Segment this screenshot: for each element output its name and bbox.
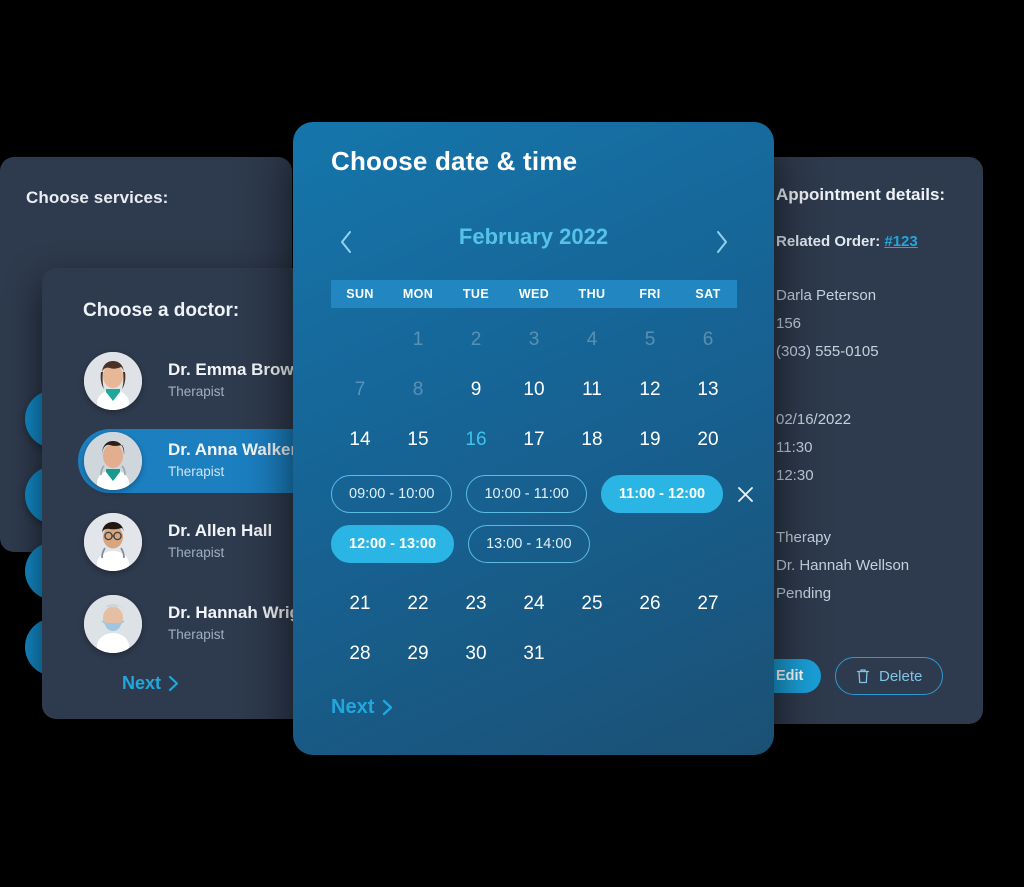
doctor-name: Dr. Emma Brown (168, 360, 305, 379)
datetime-next-label: Next (331, 696, 375, 718)
avatar (84, 432, 142, 490)
appointment-time-start: 11:30 (776, 439, 813, 456)
calendar-day-2[interactable]: 2 (447, 315, 505, 365)
calendar-day-21[interactable]: 21 (331, 579, 389, 629)
patient-phone: (303) 555-0105 (776, 343, 879, 360)
doctor-panel-title: Choose a doctor: (83, 300, 240, 321)
calendar-day-26[interactable]: 26 (621, 579, 679, 629)
calendar-day-29[interactable]: 29 (389, 629, 447, 679)
doctor-name: Dr. Anna Walker (168, 440, 298, 459)
calendar-day-5[interactable]: 5 (621, 315, 679, 365)
calendar-day-28[interactable]: 28 (331, 629, 389, 679)
details-panel-title: Appointment details: (776, 185, 946, 204)
related-order-label: Related Order: (776, 233, 881, 250)
calendar-day-15[interactable]: 15 (389, 415, 447, 465)
chevron-right-icon (716, 231, 727, 253)
calendar-day-27[interactable]: 27 (679, 579, 737, 629)
doctor-role: Therapist (168, 627, 225, 642)
chevron-right-icon (168, 675, 179, 692)
app-screenshot: Choose services: Therapy (0, 0, 1024, 887)
status-badge: Pending (776, 585, 832, 602)
calendar-cell-empty (621, 629, 679, 679)
calendar-day-1[interactable]: 1 (389, 315, 447, 365)
calendar-day-6[interactable]: 6 (679, 315, 737, 365)
doctor-next-button[interactable]: Next (122, 673, 179, 694)
doctor-name: Dr. Allen Hall (168, 521, 273, 540)
calendar-day-16[interactable]: 16 (447, 415, 505, 465)
avatar (84, 352, 142, 410)
calendar-day-8[interactable]: 8 (389, 365, 447, 415)
services-panel-title: Choose services: (26, 188, 169, 207)
time-slot-row: 09:00 - 10:00 10:00 - 11:00 11:00 - 12:00 (331, 475, 754, 513)
avatar (84, 513, 142, 571)
chevron-right-icon (383, 699, 393, 716)
calendar-day-10[interactable]: 10 (505, 365, 563, 415)
appointment-service: Therapy (776, 529, 832, 546)
calendar-day-23[interactable]: 23 (447, 579, 505, 629)
doctor-next-label: Next (122, 673, 162, 693)
datetime-next-button[interactable]: Next (331, 696, 393, 719)
appointment-doctor: Dr. Hannah Wellson (776, 557, 910, 574)
calendar-day-4[interactable]: 4 (563, 315, 621, 365)
calendar-day-30[interactable]: 30 (447, 629, 505, 679)
doctor-role: Therapist (168, 545, 225, 560)
weekday-tue: TUE (462, 287, 490, 301)
weekday-mon: MON (402, 287, 434, 301)
calendar-day-13[interactable]: 13 (679, 365, 737, 415)
time-slots-area: 09:00 - 10:00 10:00 - 11:00 11:00 - 12:00 1… (331, 475, 754, 575)
weekday-fri: FRI (639, 287, 661, 301)
calendar-grid-upper: 1 2 3 4 5 6 7 8 9 10 11 12 13 14 15 16 17 18 19 20 (331, 315, 737, 465)
month-label: February 2022 (458, 224, 609, 249)
month-navigation: February 2022 (331, 222, 736, 262)
calendar-day-31[interactable]: 31 (505, 629, 563, 679)
calendar-day-24[interactable]: 24 (505, 579, 563, 629)
weekday-sun: SUN (346, 287, 374, 301)
related-order-row: Related Order: #123 (776, 233, 918, 250)
calendar-cell-empty (563, 629, 621, 679)
appointment-date: 02/16/2022 (776, 411, 852, 428)
delete-button[interactable]: Delete (835, 657, 944, 695)
time-slot-1100-to-1200[interactable]: 11:00 - 12:00 (600, 475, 724, 513)
calendar-day-18[interactable]: 18 (563, 415, 621, 465)
time-slot-1000-to-1100[interactable]: 10:00 - 11:00 (466, 475, 587, 513)
edit-button-label: Edit (776, 668, 804, 684)
close-icon[interactable] (737, 479, 754, 509)
calendar-cell-empty (679, 629, 737, 679)
calendar-day-9[interactable]: 9 (447, 365, 505, 415)
calendar-day-12[interactable]: 12 (621, 365, 679, 415)
calendar-cell-empty (331, 315, 389, 365)
doctor-role: Therapist (168, 464, 225, 479)
calendar-day-17[interactable]: 17 (505, 415, 563, 465)
calendar-day-25[interactable]: 25 (563, 579, 621, 629)
weekday-thu: THU (578, 287, 606, 301)
patient-name: Darla Peterson (776, 287, 877, 304)
time-slot-1300-to-1400[interactable]: 13:00 - 14:00 (468, 525, 590, 563)
calendar-grid-lower: 21 22 23 24 25 26 27 28 29 30 31 (331, 579, 737, 679)
time-slot-row: 12:00 - 13:00 13:00 - 14:00 (331, 525, 741, 563)
patient-number: 156 (776, 315, 802, 332)
time-slot-0900-to-1000[interactable]: 09:00 - 10:00 (331, 475, 453, 513)
calendar-day-20[interactable]: 20 (679, 415, 737, 465)
avatar (84, 595, 142, 653)
calendar-day-19[interactable]: 19 (621, 415, 679, 465)
time-slot-1200-to-1300[interactable]: 12:00 - 13:00 (331, 525, 455, 563)
trash-icon (856, 669, 870, 684)
calendar-day-14[interactable]: 14 (331, 415, 389, 465)
calendar-day-7[interactable]: 7 (331, 365, 389, 415)
calendar-day-22[interactable]: 22 (389, 579, 447, 629)
related-order-link[interactable]: #123 (884, 233, 917, 250)
weekday-wed: WED (518, 287, 550, 301)
next-month-button[interactable] (706, 222, 736, 262)
appointment-time-end: 12:30 (776, 467, 814, 484)
delete-button-label: Delete (879, 667, 923, 685)
doctor-role: Therapist (168, 384, 225, 399)
weekday-header: SUN MON TUE WED THU FRI SAT (331, 280, 737, 308)
calendar-day-11[interactable]: 11 (563, 365, 621, 415)
datetime-modal-title: Choose date & time (331, 146, 578, 176)
calendar-day-3[interactable]: 3 (505, 315, 563, 365)
weekday-sat: SAT (695, 287, 721, 301)
